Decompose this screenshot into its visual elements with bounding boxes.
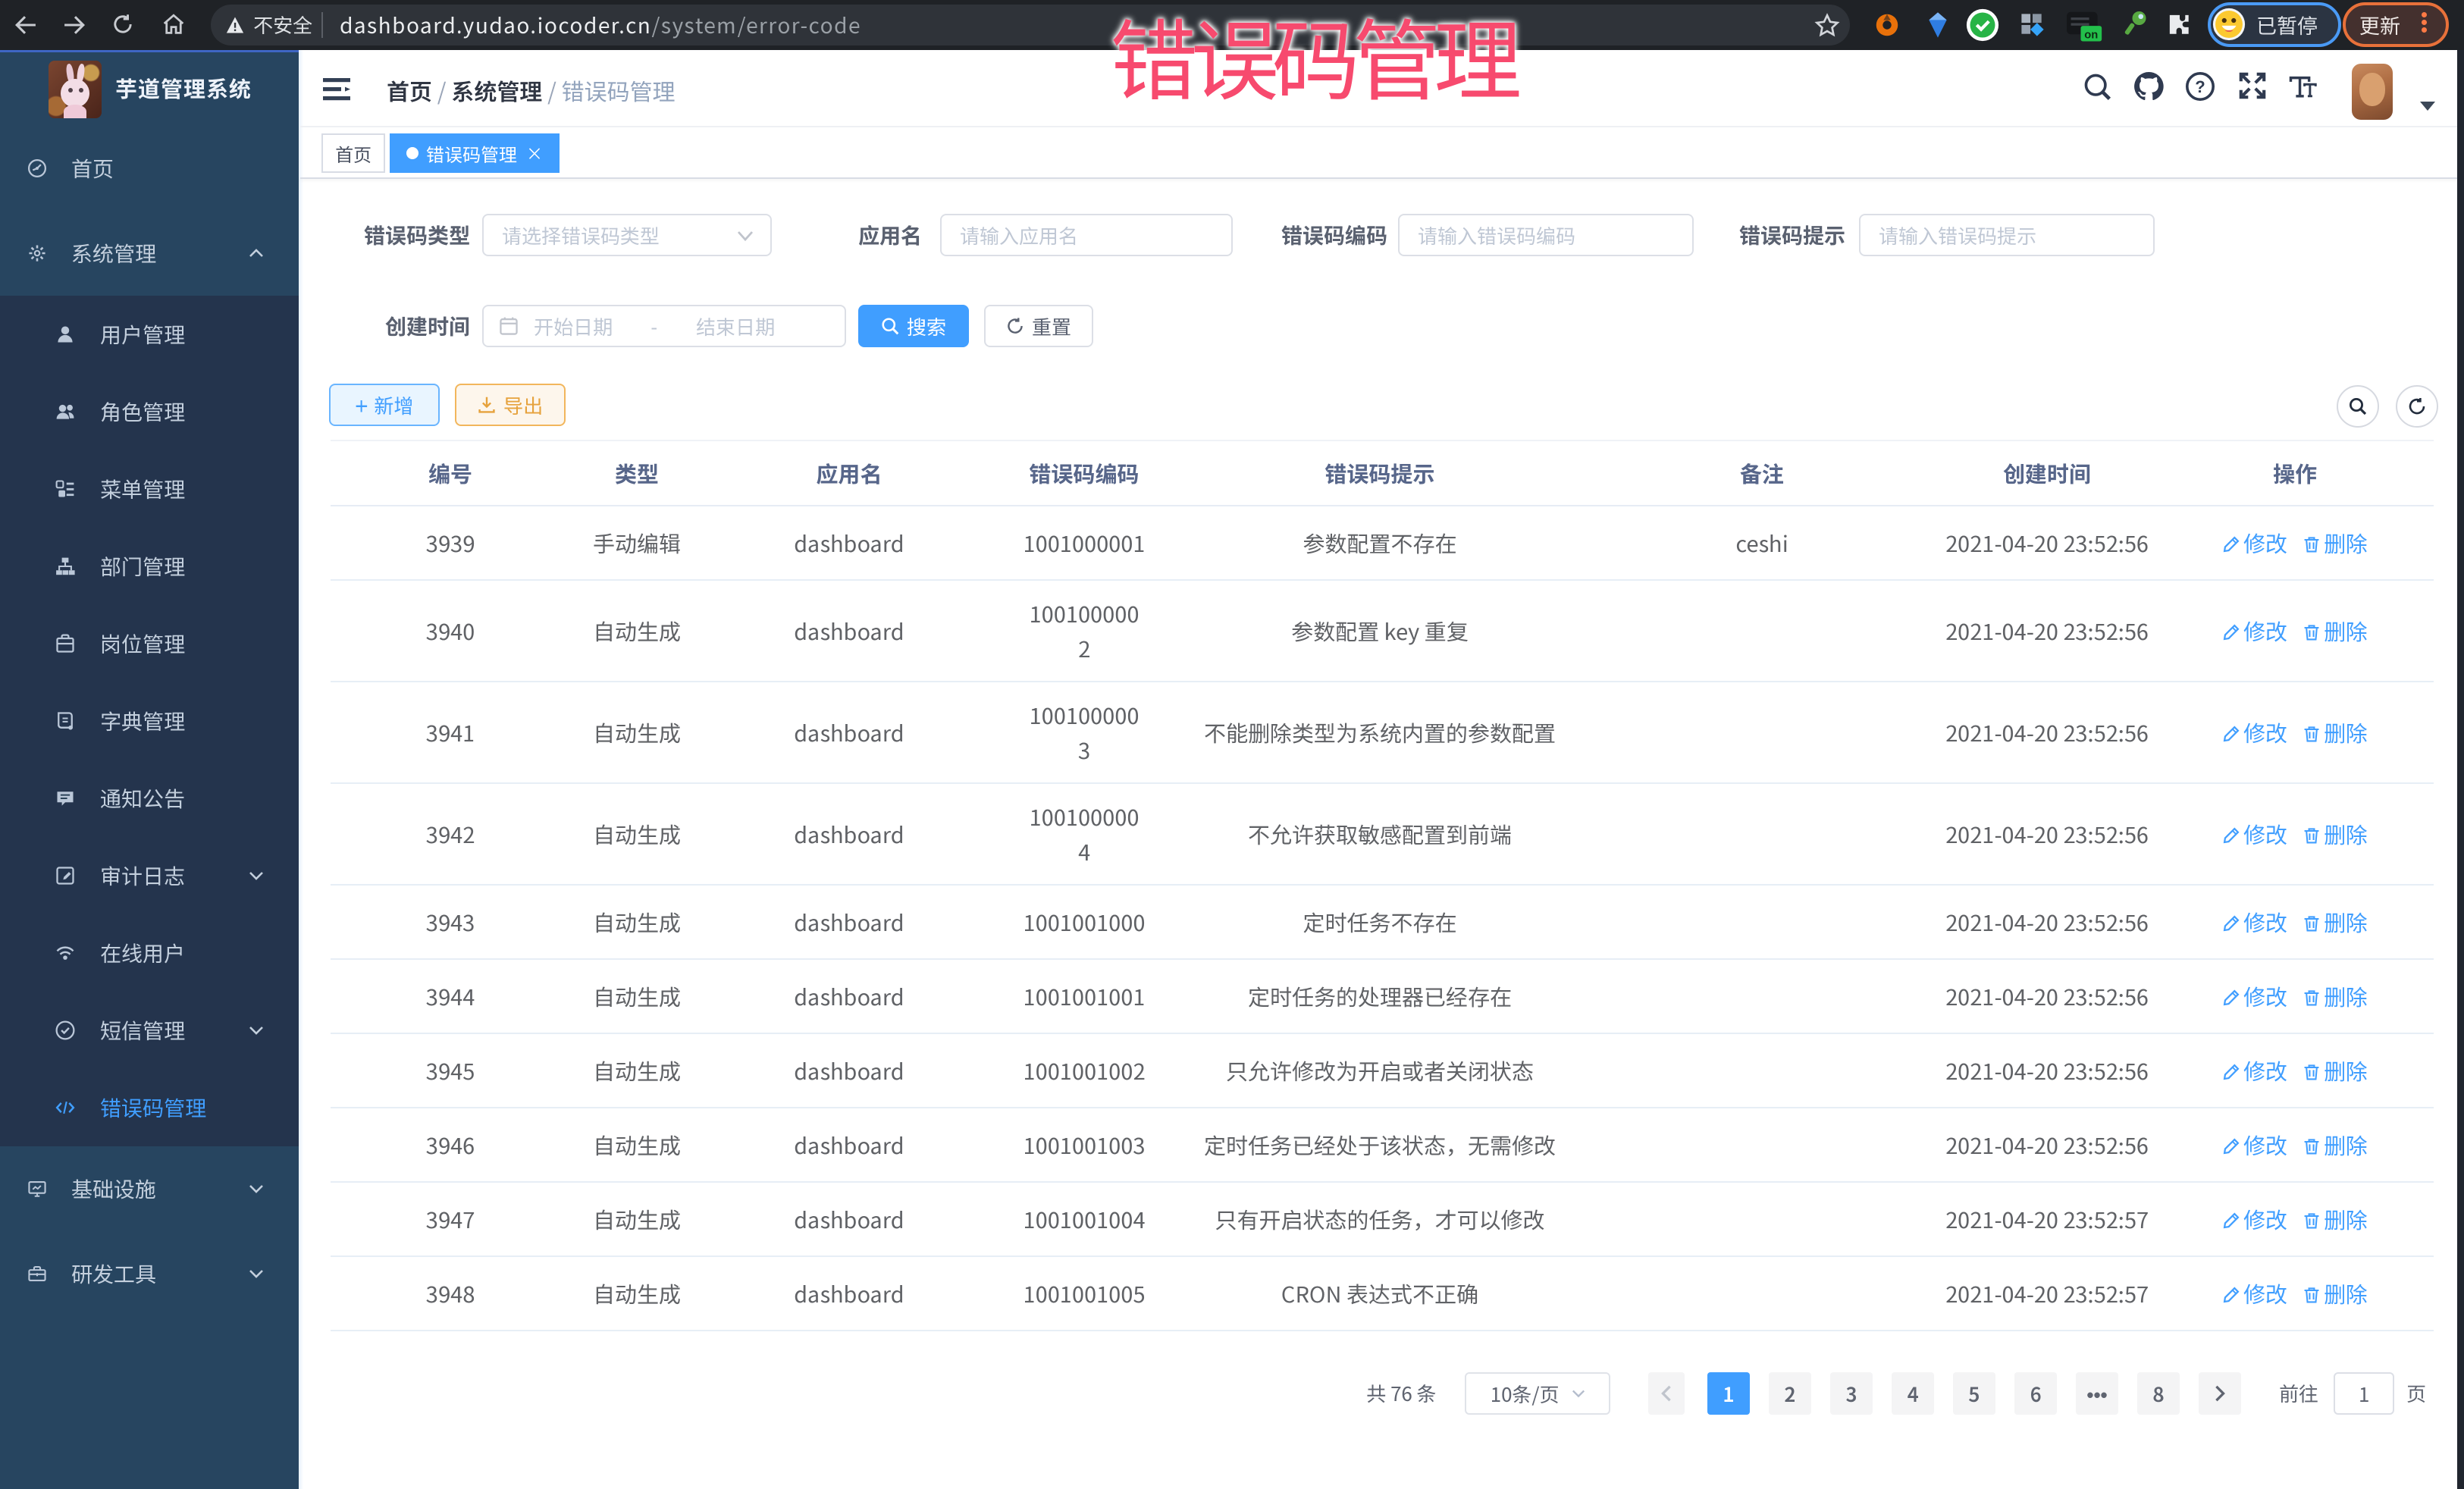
svg-text:?: ? — [2195, 77, 2205, 96]
svg-text:on: on — [2084, 29, 2098, 41]
